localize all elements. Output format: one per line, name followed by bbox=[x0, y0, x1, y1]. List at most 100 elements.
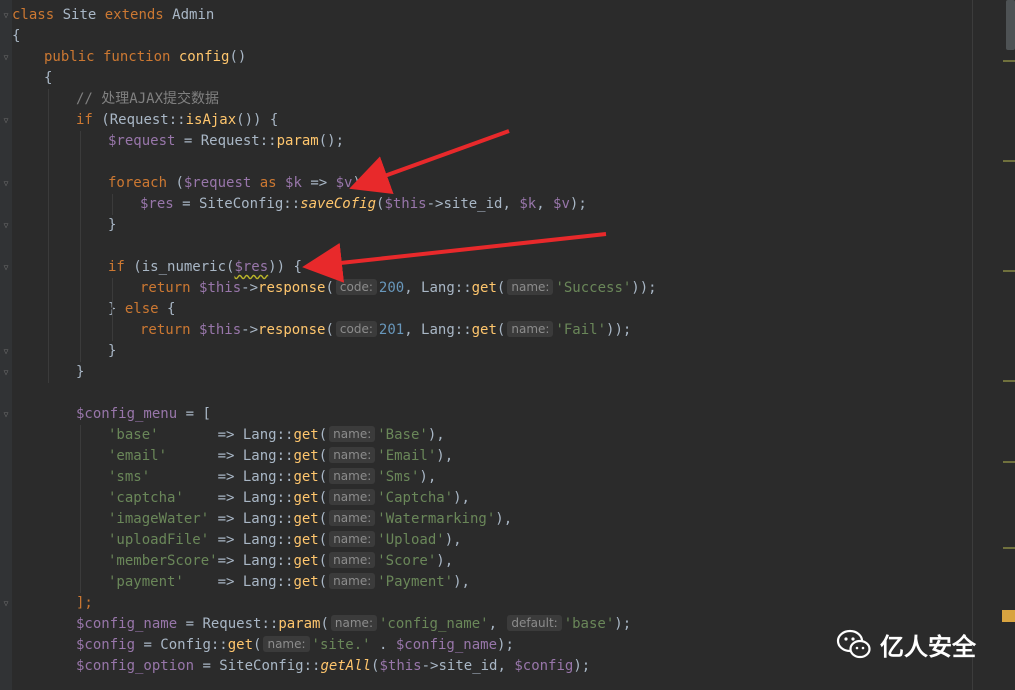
code-line[interactable]: 'payment' => Lang::get(name: 'Payment'), bbox=[108, 572, 470, 593]
code-line[interactable]: 'sms' => Lang::get(name: 'Sms'), bbox=[108, 467, 436, 488]
code-token: if bbox=[76, 112, 102, 128]
fold-marker-icon[interactable]: ▽ bbox=[2, 53, 10, 63]
code-token: 'uploadFile' bbox=[108, 532, 210, 548]
code-token: { bbox=[167, 301, 176, 317]
code-token: )); bbox=[631, 280, 657, 296]
code-token: ), bbox=[453, 574, 470, 590]
code-token: extends bbox=[104, 7, 164, 23]
code-token: -> bbox=[241, 322, 259, 338]
code-token: ), bbox=[436, 553, 454, 569]
code-token: get bbox=[293, 511, 319, 527]
code-token: $this bbox=[379, 658, 422, 674]
code-line[interactable]: $request = Request::param(); bbox=[108, 131, 344, 152]
code-token: (); bbox=[318, 133, 345, 149]
code-line[interactable]: return $this->response(code: 200, Lang::g… bbox=[140, 278, 657, 299]
scroll-marker bbox=[1003, 60, 1015, 62]
fold-marker-icon[interactable]: ▽ bbox=[2, 263, 10, 273]
code-token: Site bbox=[54, 7, 105, 23]
code-line[interactable]: $res = SiteConfig::saveCofig($this->site… bbox=[140, 194, 587, 215]
code-line[interactable]: { bbox=[12, 26, 20, 47]
code-token: = Config:: bbox=[135, 637, 228, 653]
indent-guide bbox=[112, 194, 113, 215]
code-line[interactable]: // 处理AJAX提交数据 bbox=[76, 89, 219, 110]
fold-marker-icon[interactable]: ▽ bbox=[2, 410, 10, 420]
code-line[interactable]: ]; bbox=[76, 593, 93, 614]
code-line[interactable]: if (is_numeric($res)) { bbox=[108, 257, 302, 278]
code-line[interactable]: $config_option = SiteConfig::getAll($thi… bbox=[76, 656, 590, 677]
code-token: return bbox=[140, 322, 200, 338]
code-line[interactable]: } bbox=[76, 362, 84, 383]
code-line[interactable]: class Site extends Admin bbox=[12, 5, 214, 26]
parameter-hint: name: bbox=[329, 468, 376, 484]
code-line[interactable]: 'base' => Lang::get(name: 'Base'), bbox=[108, 425, 445, 446]
code-token: ); bbox=[614, 616, 632, 632]
code-token: get bbox=[471, 280, 497, 296]
code-line[interactable]: foreach ($request as $k => $v) { bbox=[108, 173, 378, 194]
fold-marker-icon[interactable]: ▽ bbox=[2, 368, 10, 378]
code-token: $this bbox=[384, 196, 427, 212]
code-line[interactable]: return $this->response(code: 201, Lang::g… bbox=[140, 320, 631, 341]
watermark: 亿人安全 bbox=[836, 624, 976, 664]
code-token: ); bbox=[573, 658, 591, 674]
code-token: $config_menu bbox=[76, 406, 178, 422]
code-token: ( bbox=[318, 469, 328, 485]
code-line[interactable]: 'memberScore'=> Lang::get(name: 'Score'), bbox=[108, 551, 453, 572]
code-token: ->site_id, bbox=[421, 658, 515, 674]
code-token: $k bbox=[285, 175, 302, 191]
vertical-scrollbar[interactable] bbox=[1000, 0, 1015, 690]
fold-marker-icon[interactable]: ▽ bbox=[2, 599, 10, 609]
code-token: 'Payment' bbox=[377, 574, 454, 590]
fold-marker-icon[interactable]: ▽ bbox=[2, 221, 10, 231]
code-token: ( bbox=[320, 616, 329, 632]
code-token: ), bbox=[444, 532, 462, 548]
right-margin-guide bbox=[972, 0, 973, 690]
code-token: $config_option bbox=[76, 658, 195, 674]
code-line[interactable]: $config_menu = [ bbox=[76, 404, 211, 425]
code-line[interactable]: } bbox=[108, 341, 116, 362]
code-token: ), bbox=[427, 427, 445, 443]
code-token: { bbox=[12, 28, 21, 44]
code-line[interactable]: { bbox=[44, 68, 52, 89]
code-line[interactable]: public function config() bbox=[44, 47, 246, 68]
code-line[interactable]: 'uploadFile' => Lang::get(name: 'Upload')… bbox=[108, 530, 462, 551]
code-token: param bbox=[278, 616, 321, 632]
parameter-hint: name: bbox=[329, 426, 376, 442]
code-line[interactable]: 'captcha' => Lang::get(name: 'Captcha'), bbox=[108, 488, 470, 509]
code-line[interactable]: } bbox=[108, 215, 116, 236]
code-token: else bbox=[124, 301, 168, 317]
code-token: param bbox=[276, 133, 319, 149]
fold-marker-icon[interactable]: ▽ bbox=[2, 347, 10, 357]
indent-guide bbox=[112, 278, 113, 341]
parameter-hint: name: bbox=[329, 573, 376, 589]
code-token: 'payment' bbox=[108, 574, 184, 590]
code-line[interactable]: $config = Config::get(name:'site.' . $co… bbox=[76, 635, 514, 656]
wechat-icon bbox=[836, 629, 871, 659]
code-token: ()) { bbox=[236, 112, 279, 128]
code-token: 'Upload' bbox=[377, 532, 445, 548]
code-token: ( bbox=[325, 280, 334, 296]
fold-marker-icon[interactable]: ▽ bbox=[2, 11, 10, 21]
code-token: return bbox=[140, 280, 200, 296]
code-token: get bbox=[471, 322, 497, 338]
code-line[interactable]: 'imageWater' => Lang::get(name: 'Watermar… bbox=[108, 509, 512, 530]
code-token: ( bbox=[496, 280, 506, 296]
code-token: => Lang:: bbox=[183, 574, 294, 590]
fold-marker-icon[interactable]: ▽ bbox=[2, 179, 10, 189]
code-line[interactable]: 'email' => Lang::get(name: 'Email'), bbox=[108, 446, 453, 467]
code-token: ( bbox=[318, 448, 328, 464]
code-line[interactable]: } else { bbox=[108, 299, 175, 320]
code-line[interactable]: $config_name = Request::param(name:'conf… bbox=[76, 614, 631, 635]
watermark-text: 亿人安全 bbox=[880, 632, 976, 661]
code-token: get bbox=[293, 553, 319, 569]
code-line[interactable]: if (Request::isAjax()) { bbox=[76, 110, 278, 131]
scrollbar-thumb[interactable] bbox=[1006, 0, 1015, 50]
code-token: ); bbox=[497, 637, 514, 653]
code-token: 'memberScore' bbox=[108, 553, 218, 569]
parameter-hint: name: bbox=[329, 489, 376, 505]
code-token: 'Email' bbox=[377, 448, 437, 464]
code-token: 'site.' bbox=[311, 637, 371, 653]
fold-marker-icon[interactable]: ▽ bbox=[2, 116, 10, 126]
code-token: ]; bbox=[76, 595, 93, 611]
scroll-marker bbox=[1003, 380, 1015, 382]
code-editor[interactable]: ▽ ▽ ▽ ▽ ▽ ▽ ▽ ▽ ▽ ▽ class Site extends Admin {publ… bbox=[0, 0, 1015, 690]
